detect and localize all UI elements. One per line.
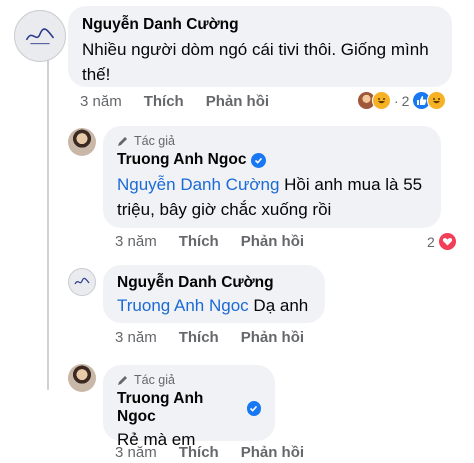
comment-author-row: Truong Anh Ngoc — [117, 390, 261, 426]
comment-time[interactable]: 3 năm — [80, 93, 122, 110]
avatar[interactable] — [68, 128, 96, 156]
reaction-count: 2 — [401, 92, 410, 109]
separator-dot: · — [394, 92, 399, 109]
comment-author[interactable]: Nguyễn Danh Cường — [117, 274, 311, 292]
thread-line — [47, 60, 49, 390]
author-badge: Tác giả — [117, 373, 261, 387]
comment-time[interactable]: 3 năm — [115, 329, 157, 346]
author-badge: Tác giả — [117, 134, 427, 148]
signature-avatar — [25, 28, 55, 45]
reply-button[interactable]: Phản hồi — [241, 329, 304, 346]
reply-button[interactable]: Phản hồi — [206, 93, 269, 110]
comment-bubble: Tác giả Truong Anh Ngoc Nguyễn Danh Cườn… — [103, 126, 441, 228]
avatar[interactable] — [14, 10, 66, 62]
comment-actions: 3 năm Thích Phản hồi — [115, 233, 326, 250]
comment-time[interactable]: 3 năm — [115, 233, 157, 250]
comment-actions: 3 năm Thích Phản hồi — [115, 444, 326, 461]
reaction-summary[interactable]: 2 — [427, 232, 457, 251]
comment-text: Nguyễn Danh Cường Hồi anh mua là 55 triệ… — [117, 172, 427, 222]
pen-icon — [118, 137, 127, 146]
signature-avatar — [74, 277, 90, 285]
like-button[interactable]: Thích — [179, 329, 219, 346]
comment-time[interactable]: 3 năm — [115, 444, 157, 461]
comment-text: Nhiều người dòm ngó cái tivi thôi. Giống… — [82, 40, 429, 84]
love-reaction-icon — [437, 232, 457, 251]
comment-author[interactable]: Truong Anh Ngoc — [117, 151, 246, 169]
haha-reaction-icon — [427, 91, 447, 110]
comment-bubble: Nguyễn Danh Cường Nhiều người dòm ngó cá… — [68, 6, 452, 87]
badge-label: Tác giả — [134, 134, 175, 148]
reaction-summary-right[interactable]: · 2 — [357, 91, 447, 110]
verified-icon — [251, 152, 267, 168]
avatar[interactable] — [68, 268, 96, 296]
like-button[interactable]: Thích — [179, 233, 219, 250]
mention-link[interactable]: Truong Anh Ngoc — [117, 296, 249, 315]
avatar[interactable] — [68, 364, 96, 392]
haha-reaction-icon — [372, 91, 391, 110]
reply-button[interactable]: Phản hồi — [241, 233, 304, 250]
comment-bubble: Tác giả Truong Anh Ngoc Rẻ mà em — [103, 365, 275, 449]
comment-author[interactable]: Nguyễn Danh Cường — [82, 16, 438, 34]
reaction-count: 2 — [427, 233, 435, 250]
comment-body: Dạ anh — [253, 296, 309, 315]
mention-link[interactable]: Nguyễn Danh Cường — [117, 175, 279, 194]
comment-actions: 3 năm Thích Phản hồi — [115, 329, 326, 346]
badge-label: Tác giả — [134, 373, 175, 387]
comment-bubble: Nguyễn Danh Cường Truong Anh Ngoc Dạ anh — [103, 265, 325, 323]
verified-icon — [246, 400, 261, 416]
like-button[interactable]: Thích — [144, 93, 184, 110]
reply-button[interactable]: Phản hồi — [241, 444, 304, 461]
comment-author[interactable]: Truong Anh Ngoc — [117, 390, 242, 426]
comment-text: Truong Anh Ngoc Dạ anh — [117, 293, 311, 318]
like-button[interactable]: Thích — [179, 444, 219, 461]
comment-author-row: Truong Anh Ngoc — [117, 151, 427, 169]
pen-icon — [118, 376, 127, 385]
comment-actions: 3 năm Thích Phản hồi — [80, 93, 291, 110]
